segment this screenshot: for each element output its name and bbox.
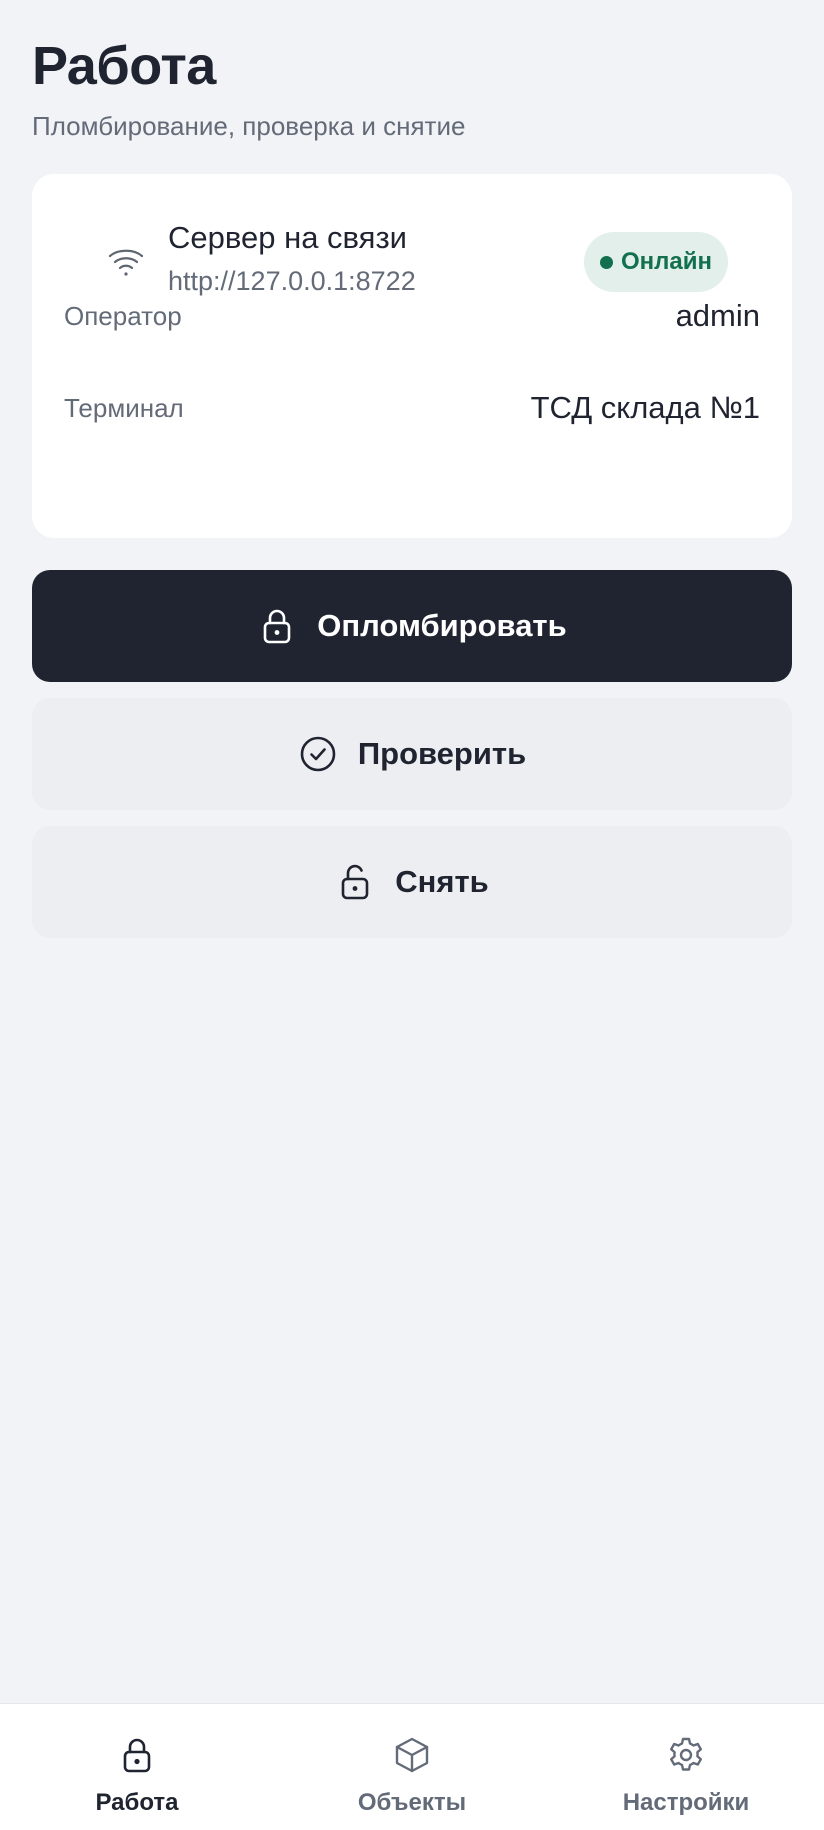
server-url: http://127.0.0.1:8722 — [168, 266, 416, 296]
nav-tab-settings-label: Настройки — [622, 1789, 750, 1816]
operator-label: Оператор — [64, 300, 182, 331]
box-icon — [395, 1737, 429, 1773]
server-status-title: Сервер на связи — [168, 220, 407, 255]
remove-seal-button-label: Снять — [395, 864, 489, 899]
page-subtitle: Пломбирование, проверка и снятие — [32, 111, 466, 141]
nav-tab-settings[interactable]: Настройки — [586, 1734, 786, 1824]
online-dot-icon — [599, 255, 613, 269]
wifi-icon — [108, 249, 144, 276]
terminal-label: Терминал — [64, 392, 184, 423]
seal-button-label: Опломбировать — [317, 608, 567, 643]
page-header: Работа Пломбирование, проверка и снятие — [32, 34, 465, 142]
page-title: Работа — [32, 36, 216, 96]
nav-tab-objects[interactable]: Объекты — [312, 1734, 512, 1824]
terminal-row: Терминал ТСД склада №1 — [64, 386, 760, 430]
status-badge: Онлайн — [583, 232, 728, 292]
unlock-icon — [341, 864, 369, 900]
nav-tab-work[interactable]: Работа — [37, 1734, 237, 1824]
lock-icon — [123, 1738, 151, 1773]
server-status-card: Сервер на связи http://127.0.0.1:8722 Он… — [32, 174, 792, 538]
operator-value: admin — [675, 298, 760, 333]
remove-seal-button[interactable]: Снять — [32, 826, 792, 938]
terminal-value: ТСД склада №1 — [530, 390, 760, 425]
work-screen: Работа Пломбирование, проверка и снятие … — [0, 0, 824, 1830]
nav-tab-work-label: Работа — [95, 1789, 179, 1816]
check-button[interactable]: Проверить — [32, 698, 792, 810]
lock-icon — [263, 609, 291, 644]
server-text: Сервер на связи http://127.0.0.1:8722 — [168, 218, 416, 298]
status-badge-label: Онлайн — [620, 248, 712, 275]
gear-icon — [670, 1737, 702, 1771]
check-button-label: Проверить — [357, 736, 527, 771]
seal-button[interactable]: Опломбировать — [32, 570, 792, 682]
bottom-navigation: Работа Объекты Настройки — [0, 1703, 824, 1830]
nav-tab-objects-label: Объекты — [357, 1789, 467, 1816]
operator-row: Оператор admin — [64, 294, 760, 338]
check-circle-icon — [300, 736, 336, 772]
